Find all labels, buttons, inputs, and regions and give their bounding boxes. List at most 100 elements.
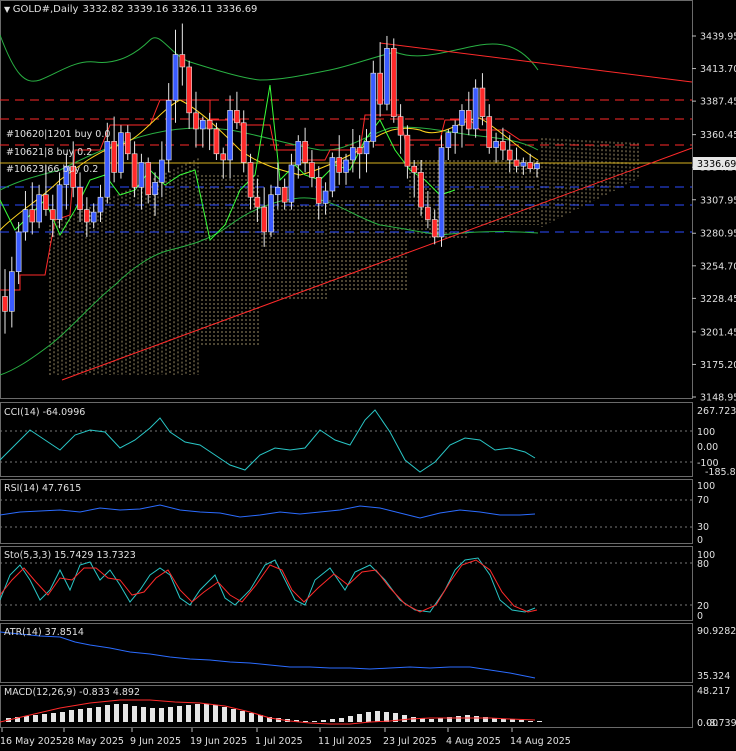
time-tick-label: 19 Jun 2025 — [190, 736, 247, 747]
price-tick-label: 3387.45 — [700, 97, 736, 108]
candle-body — [397, 116, 404, 136]
macd-title: MACD(12,26,9) -0.833 4.892 — [4, 687, 140, 698]
time-tick-label: 4 Aug 2025 — [446, 736, 501, 747]
candle-body — [295, 141, 302, 166]
candle-body — [465, 110, 472, 130]
candle-body — [179, 54, 186, 68]
price-tick-label: 3280.95 — [700, 229, 736, 240]
candle-body — [186, 66, 192, 114]
candle-body — [43, 194, 49, 210]
price-tick-label: 3148.95 — [700, 393, 736, 404]
cci-title: CCI(14) -64.0996 — [4, 407, 85, 418]
macd-bar — [24, 716, 29, 722]
candle-body — [227, 110, 233, 161]
order-label[interactable]: #10621|8 buy 0.2 — [6, 147, 92, 158]
cci-panel-frame — [0, 402, 693, 477]
candle-body — [268, 194, 274, 233]
candle-body — [29, 209, 36, 223]
symbol-header: ▼ GOLD#,Daily 3332.82 3339.16 3326.11 333… — [4, 4, 257, 15]
candle-body — [350, 147, 356, 161]
price-tick-label: 3360.45 — [700, 130, 736, 141]
macd-bar — [195, 704, 200, 722]
candle-body — [302, 141, 308, 163]
time-tick-label: 9 Jun 2025 — [130, 736, 181, 747]
candle-body — [445, 132, 452, 148]
macd-bar — [105, 705, 110, 722]
candle-body — [520, 162, 527, 167]
macd-bar — [537, 721, 542, 722]
candle-body — [152, 182, 158, 196]
candle-body — [111, 141, 117, 173]
atr-max-label: 90.9282 — [697, 626, 736, 637]
macd-bar — [240, 711, 245, 722]
time-tick-label: 1 Jul 2025 — [255, 736, 303, 747]
candle-body — [234, 110, 240, 124]
macd-bar — [528, 721, 533, 722]
candle-body — [77, 186, 83, 210]
candle-body — [199, 119, 206, 130]
macd-bar — [474, 716, 479, 722]
macd-bar — [132, 706, 137, 722]
candle-body — [527, 162, 533, 169]
candle-body — [370, 72, 377, 142]
macd-bar — [357, 714, 362, 722]
macd-bar — [186, 705, 191, 722]
candle-body — [261, 206, 267, 233]
macd-bar — [78, 709, 83, 722]
price-tick-label: 3228.45 — [700, 294, 736, 305]
price-axis: 3439.953413.703387.453360.453334.203307.… — [692, 32, 736, 404]
ohlc-label: 3332.82 3339.16 3326.11 3336.69 — [82, 4, 257, 15]
candle-body — [145, 162, 152, 196]
macd-bar — [150, 708, 155, 722]
price-tick-label: 3201.45 — [700, 327, 736, 338]
macd-bar — [33, 715, 38, 722]
rsi-title: RSI(14) 47.7615 — [4, 483, 81, 494]
macd-bar — [168, 707, 173, 722]
rsi-panel-frame — [0, 479, 693, 544]
stoch-tick: 80 — [697, 559, 709, 570]
candle-body — [9, 271, 15, 312]
macd-bar — [60, 712, 65, 722]
candle-body — [431, 219, 438, 238]
candle-body — [22, 209, 29, 233]
macd-max-label: 48.217 — [697, 686, 730, 697]
cci-tick: 100 — [697, 427, 715, 438]
candle-body — [356, 147, 363, 155]
candle-body — [534, 163, 540, 169]
candle-body — [213, 128, 220, 155]
candle-body — [193, 112, 199, 130]
candle-body — [336, 157, 343, 173]
order-label[interactable]: #10623|66 buy 0.2 — [6, 164, 98, 175]
candle-body — [315, 177, 322, 204]
atr-min-label: 35.324 — [697, 671, 730, 682]
candle-body — [56, 184, 63, 220]
price-tick-label: 3175.20 — [700, 360, 736, 371]
chart-canvas[interactable]: ▼ GOLD#,Daily 3332.82 3339.16 3326.11 333… — [0, 0, 736, 747]
macd-bar — [312, 721, 317, 722]
candle-body — [220, 153, 227, 161]
candle-body — [138, 162, 145, 188]
trading-chart[interactable]: ▼ GOLD#,Daily 3332.82 3339.16 3326.11 333… — [0, 0, 736, 747]
candle-body — [240, 122, 247, 163]
time-tick-label: 14 Aug 2025 — [510, 736, 571, 747]
macd-bar — [213, 705, 218, 722]
order-label[interactable]: #10620|1201 buy 0.0 — [6, 129, 110, 140]
macd-bar — [375, 711, 380, 722]
macd-bar — [330, 719, 335, 722]
candle-body — [472, 87, 479, 130]
macd-bar — [402, 715, 407, 722]
candle-body — [309, 162, 315, 178]
time-tick-label: 28 May 2025 — [62, 736, 124, 747]
candle-body — [322, 190, 329, 204]
candle-body — [486, 116, 493, 148]
macd-bar — [177, 706, 182, 722]
current-price-label: 3336.69 — [697, 159, 736, 170]
candle-body — [97, 196, 104, 213]
symbol-label: GOLD#,Daily — [13, 4, 79, 15]
stoch-title: Sto(5,3,3) 15.7429 13.7323 — [4, 550, 136, 561]
macd-bar — [204, 704, 209, 722]
macd-bar — [159, 708, 164, 722]
candle-body — [500, 141, 506, 151]
candle-body — [479, 87, 486, 117]
macd-bar — [96, 707, 101, 722]
